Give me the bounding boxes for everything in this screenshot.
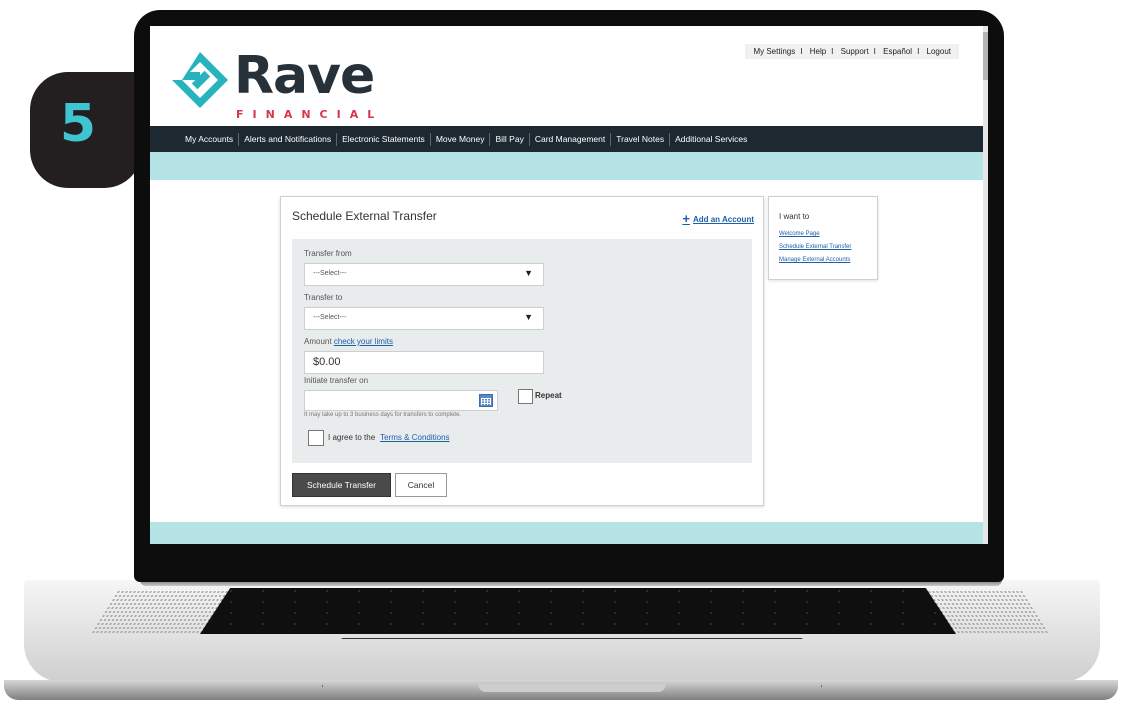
support-link[interactable]: Support	[841, 47, 869, 56]
main-nav: My Accounts Alerts and Notifications Ele…	[150, 126, 983, 152]
amount-value: $0.00	[313, 356, 341, 368]
quick-links-panel: I want to Welcome Page Schedule External…	[768, 196, 878, 280]
agree-checkbox[interactable]	[308, 430, 324, 446]
scrollbar-thumb[interactable]	[983, 32, 988, 80]
rave-logo[interactable]: Rave FINANCIAL	[170, 44, 390, 121]
repeat-checkbox[interactable]	[518, 389, 533, 404]
my-settings-link[interactable]: My Settings	[753, 47, 795, 56]
amount-input[interactable]: $0.00	[304, 351, 544, 374]
accent-band-top	[150, 152, 983, 180]
add-account-link[interactable]: + Add an Account	[682, 211, 754, 226]
transfer-card: Schedule External Transfer + Add an Acco…	[280, 196, 764, 506]
cancel-button[interactable]: Cancel	[395, 473, 447, 497]
check-limits-link[interactable]: check your limits	[334, 337, 393, 346]
site-header: Rave FINANCIAL My Settings I Help I Suppor…	[150, 26, 983, 124]
schedule-external-transfer-link[interactable]: Schedule External Transfer	[779, 244, 851, 250]
transfer-form: Transfer from ---Select--- ▼ Transfer to…	[292, 239, 752, 463]
quick-links-title: I want to	[779, 212, 810, 221]
schedule-transfer-button[interactable]: Schedule Transfer	[292, 473, 391, 497]
page-title: Schedule External Transfer	[292, 209, 437, 223]
espanol-link[interactable]: Español	[883, 47, 912, 56]
date-label: Initiate transfer on	[304, 376, 369, 385]
nav-alerts[interactable]: Alerts and Notifications	[239, 132, 338, 146]
chevron-down-icon: ▼	[524, 312, 533, 322]
repeat-label: Repeat	[535, 391, 562, 400]
nav-travel-notes[interactable]: Travel Notes	[611, 132, 671, 146]
scrollbar[interactable]	[983, 26, 988, 544]
laptop-front-notch	[478, 684, 666, 692]
date-input[interactable]	[304, 390, 498, 411]
nav-electronic-statements[interactable]: Electronic Statements	[337, 132, 431, 146]
logo-diamond-icon	[172, 52, 228, 108]
transfer-to-value: ---Select---	[313, 314, 347, 321]
nav-move-money[interactable]: Move Money	[431, 132, 491, 146]
chevron-down-icon: ▼	[524, 268, 533, 278]
transfer-from-select[interactable]: ---Select--- ▼	[304, 263, 544, 286]
plus-icon: +	[682, 211, 690, 226]
agree-label: I agree to the	[328, 433, 376, 442]
amount-label-row: Amount check your limits	[304, 337, 393, 346]
keyboard	[200, 588, 956, 634]
nav-my-accounts[interactable]: My Accounts	[180, 132, 240, 146]
processing-note: It may take up to 3 business days for tr…	[304, 412, 462, 418]
help-link[interactable]: Help	[810, 47, 826, 56]
amount-label: Amount	[304, 337, 332, 346]
accent-band-bottom	[150, 522, 983, 544]
agree-label-row: I agree to the Terms & Conditions	[328, 433, 450, 442]
step-number: 5	[59, 94, 97, 154]
logo-tagline: FINANCIAL	[236, 108, 384, 121]
calendar-icon[interactable]	[479, 394, 493, 407]
transfer-from-value: ---Select---	[313, 270, 347, 277]
transfer-to-label: Transfer to	[304, 293, 343, 302]
manage-external-accounts-link[interactable]: Manage External Accounts	[779, 257, 850, 263]
nav-bill-pay[interactable]: Bill Pay	[490, 132, 530, 146]
step-badge: 5	[30, 72, 142, 188]
nav-card-management[interactable]: Card Management	[530, 132, 612, 146]
add-account-label: Add an Account	[692, 214, 754, 224]
trackpad	[322, 638, 822, 687]
browser-screen: Rave FINANCIAL My Settings I Help I Suppor…	[150, 26, 988, 544]
utility-nav: My Settings I Help I Support I Español I Log…	[745, 44, 959, 59]
transfer-from-label: Transfer from	[304, 249, 352, 258]
transfer-to-select[interactable]: ---Select--- ▼	[304, 307, 544, 330]
terms-link[interactable]: Terms & Conditions	[380, 433, 449, 442]
nav-additional-services[interactable]: Additional Services	[670, 133, 752, 146]
logo-wordmark: Rave	[234, 46, 375, 106]
logout-link[interactable]: Logout	[927, 47, 951, 56]
welcome-page-link[interactable]: Welcome Page	[779, 231, 820, 237]
